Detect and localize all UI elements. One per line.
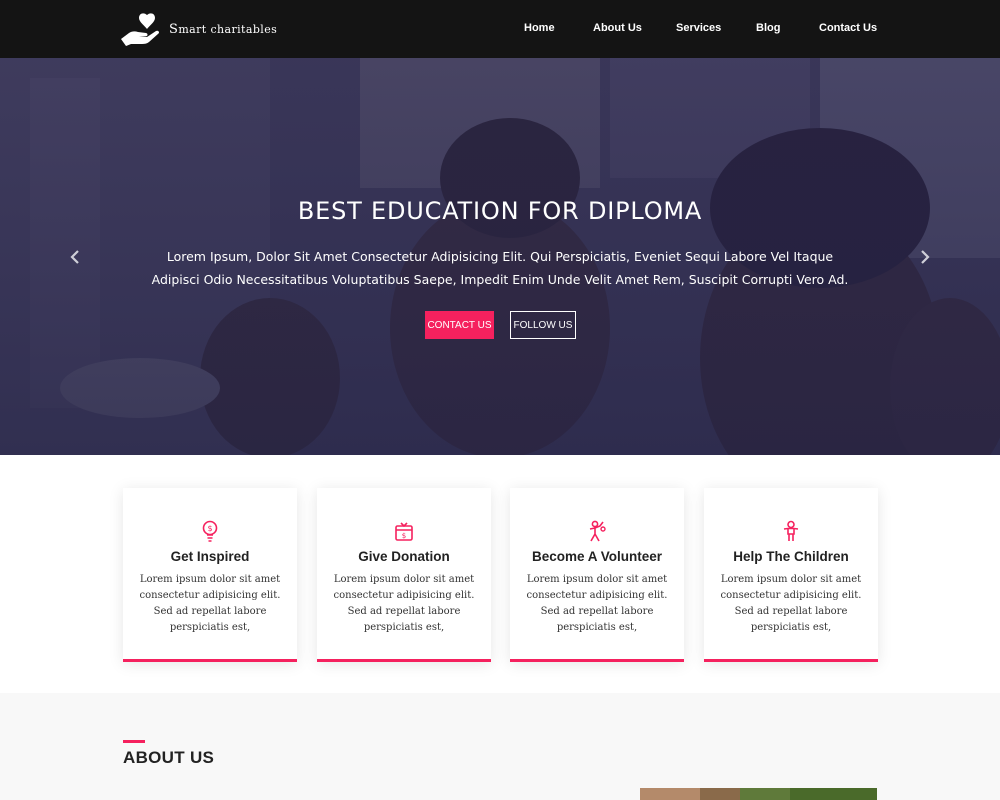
slider-prev-button[interactable]: [60, 242, 90, 272]
chevron-left-icon: [70, 250, 79, 264]
volunteer-icon: [589, 520, 606, 542]
feature-card-title: Give Donation: [358, 549, 450, 564]
nav-item-contact-us[interactable]: Contact Us: [819, 22, 877, 34]
feature-card-become-a-volunteer[interactable]: Become A Volunteer Lorem ipsum dolor sit…: [510, 488, 684, 662]
nav-item-about-us[interactable]: About Us: [593, 22, 642, 34]
feature-card-text: Lorem ipsum dolor sit amet consectetur a…: [139, 574, 281, 633]
hero-description: Lorem Ipsum, Dolor Sit Amet Consectetur …: [151, 249, 849, 287]
about-section: ABOUT US: [0, 693, 1000, 800]
icon-wrap: $: [317, 520, 491, 542]
about-image: [640, 788, 877, 800]
icon-wrap: $: [123, 520, 297, 542]
slider-next-button[interactable]: [910, 242, 940, 272]
main-nav: Home About Us Services Blog Contact Us: [0, 0, 1000, 58]
svg-text:$: $: [402, 532, 406, 540]
child-icon: [783, 520, 799, 541]
contact-us-button[interactable]: CONTACT US: [425, 311, 494, 339]
hero-title: BEST EDUCATION FOR DIPLOMA: [297, 197, 703, 225]
chevron-right-icon: [921, 250, 930, 264]
feature-card-text: Lorem ipsum dolor sit amet consectetur a…: [333, 574, 475, 633]
feature-card-help-the-children[interactable]: Help The Children Lorem ipsum dolor sit …: [704, 488, 878, 662]
follow-us-button[interactable]: FOLLOW US: [510, 311, 576, 339]
svg-text:$: $: [207, 524, 212, 533]
about-title: ABOUT US: [123, 748, 215, 767]
donation-box-icon: $: [395, 522, 413, 541]
icon-wrap: [704, 520, 878, 542]
features-section: $ Get Inspired Lorem ipsum dolor sit ame…: [0, 455, 1000, 693]
feature-card-title: Help The Children: [733, 549, 849, 564]
icon-wrap: [510, 520, 684, 542]
section-accent-bar: [123, 740, 145, 743]
feature-card-text: Lorem ipsum dolor sit amet consectetur a…: [720, 574, 862, 633]
feature-card-title: Get Inspired: [170, 549, 250, 564]
feature-card-get-inspired[interactable]: $ Get Inspired Lorem ipsum dolor sit ame…: [123, 488, 297, 662]
lightbulb-dollar-icon: $: [202, 520, 218, 542]
nav-item-home[interactable]: Home: [524, 22, 555, 34]
feature-card-text: Lorem ipsum dolor sit amet consectetur a…: [526, 574, 668, 633]
site-header: Smart charitables Home About Us Services…: [0, 0, 1000, 58]
feature-card-give-donation[interactable]: $ Give Donation Lorem ipsum dolor sit am…: [317, 488, 491, 662]
feature-card-title: Become A Volunteer: [531, 549, 663, 564]
nav-item-blog[interactable]: Blog: [756, 22, 780, 34]
nav-item-services[interactable]: Services: [676, 22, 721, 34]
hero-slider: BEST EDUCATION FOR DIPLOMA Lorem Ipsum, …: [0, 58, 1000, 455]
